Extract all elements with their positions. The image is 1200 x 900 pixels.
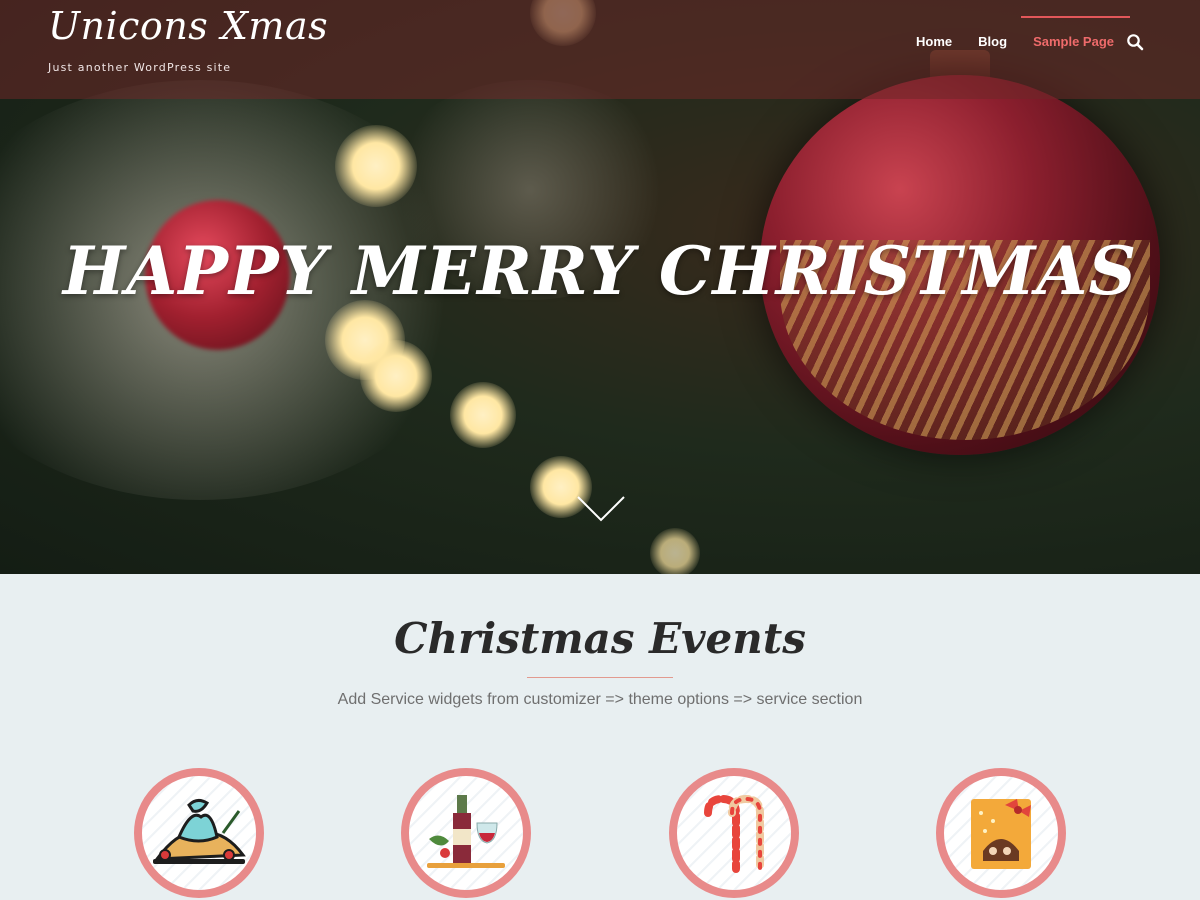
bokeh-light bbox=[360, 340, 432, 412]
chevron-down-icon[interactable] bbox=[576, 494, 626, 524]
service-item-candy[interactable] bbox=[669, 768, 799, 898]
bokeh-light bbox=[650, 528, 700, 574]
section-subtitle: Add Service widgets from customizer => t… bbox=[337, 691, 863, 708]
wine-bottle-icon bbox=[427, 795, 505, 868]
roast-dinner-icon bbox=[153, 798, 246, 864]
service-item-gift[interactable] bbox=[936, 768, 1066, 898]
section-divider bbox=[527, 677, 673, 678]
main-navigation: Home Blog Sample Page bbox=[890, 0, 1144, 99]
nav-item-sample-page[interactable]: Sample Page bbox=[1021, 0, 1130, 49]
search-icon[interactable] bbox=[1126, 33, 1144, 51]
hero-banner: Unicons Xmas Just another WordPress site… bbox=[0, 0, 1200, 574]
service-item-wine[interactable] bbox=[401, 768, 531, 898]
candy-cane-icon bbox=[704, 794, 764, 873]
service-item-roast[interactable] bbox=[134, 768, 264, 898]
nav-item-home[interactable]: Home bbox=[916, 0, 952, 49]
nav-item-blog[interactable]: Blog bbox=[978, 0, 1007, 49]
bokeh-light bbox=[450, 382, 516, 448]
gift-box-icon bbox=[971, 799, 1031, 869]
events-section: Christmas Events Add Service widgets fro… bbox=[0, 574, 1200, 900]
bokeh-light bbox=[335, 125, 417, 207]
section-title: Christmas Events bbox=[394, 614, 806, 663]
site-tagline: Just another WordPress site bbox=[48, 61, 232, 74]
hero-title: HAPPY MERRY CHRISTMAS bbox=[62, 232, 1138, 310]
site-title[interactable]: Unicons Xmas bbox=[48, 4, 328, 48]
